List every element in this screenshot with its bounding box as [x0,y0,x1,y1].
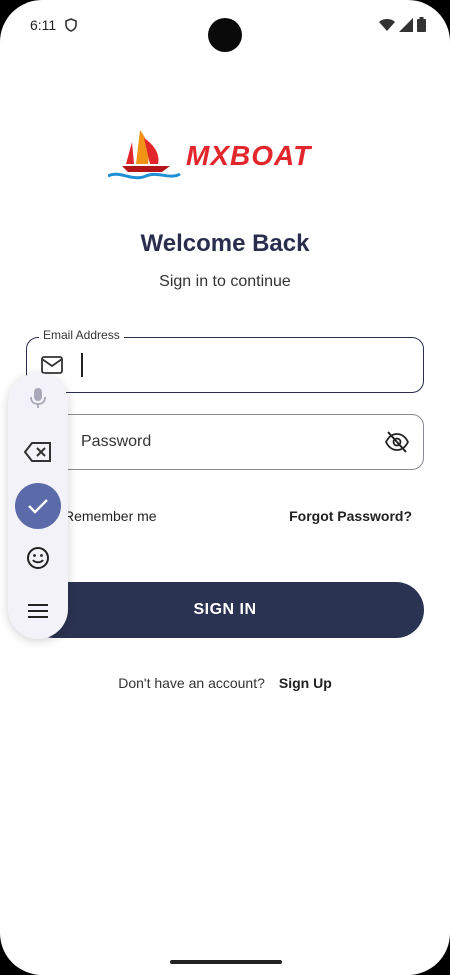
forgot-password-link[interactable]: Forgot Password? [289,508,412,524]
sign-in-button[interactable]: SIGN IN [26,582,424,638]
boat-logo-icon [108,130,181,180]
mail-icon [41,356,63,374]
email-field[interactable]: Email Address [26,328,424,393]
check-icon [28,499,48,514]
shield-icon [65,18,77,32]
status-time: 6:11 [30,17,57,33]
wifi-icon [379,18,395,31]
signup-prompt: Don't have an account? [118,675,265,691]
backspace-button[interactable] [8,430,68,474]
home-indicator[interactable] [170,960,282,964]
password-input[interactable] [81,415,381,469]
backspace-icon [24,442,51,462]
microphone-icon [30,388,46,408]
emoji-button[interactable] [8,536,68,580]
status-icons [379,17,426,32]
page-title: Welcome Back [140,230,310,257]
email-label: Email Address [39,328,124,342]
mxboat-logo: MXBOAT [108,126,313,182]
signup-row: Don't have an account? Sign Up [0,675,450,691]
emoji-icon [27,547,49,569]
check-button[interactable] [15,483,61,529]
status-bar: 6:11 [0,0,450,52]
signal-icon [399,17,413,32]
remember-me-label[interactable]: Remember me [64,508,157,524]
microphone-button[interactable] [8,376,68,420]
eye-off-icon[interactable] [385,431,409,453]
sign-up-link[interactable]: Sign Up [279,675,332,691]
menu-button[interactable] [8,589,68,633]
keyboard-toolbar [8,373,68,639]
login-screen: 6:11 MXBOAT Welcome Back Sign in to cont… [0,0,450,975]
page-subtitle: Sign in to continue [159,273,291,290]
password-field[interactable] [26,414,424,470]
camera-cutout [208,18,242,52]
text-caret [81,353,83,377]
menu-icon [28,604,48,618]
logo-text: MXBOAT [186,140,312,171]
battery-icon [417,17,426,32]
